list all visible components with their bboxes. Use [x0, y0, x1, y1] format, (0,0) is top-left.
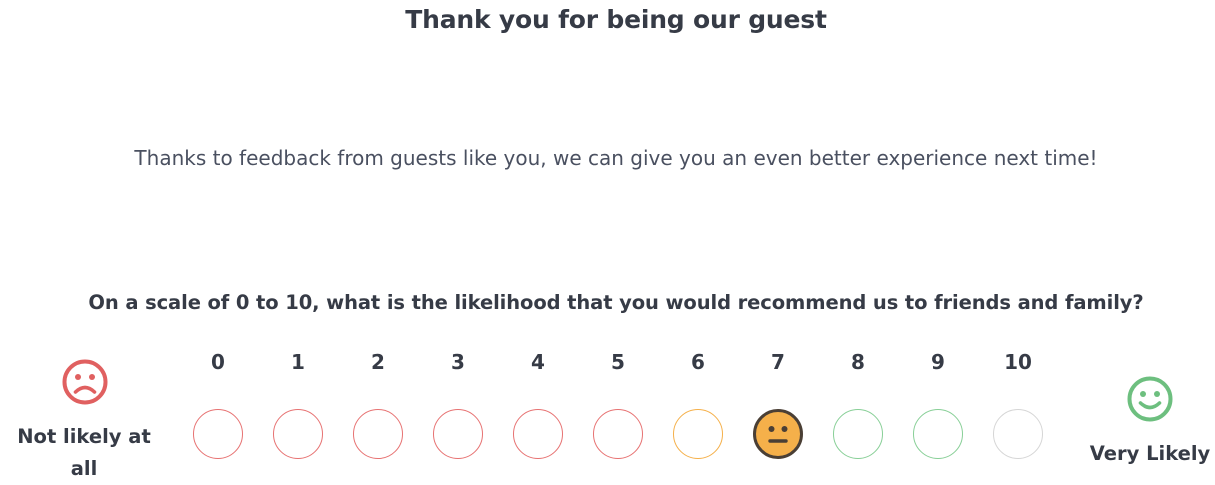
- survey-question: On a scale of 0 to 10, what is the likel…: [88, 291, 1144, 314]
- scale-number-2: 2: [371, 350, 385, 374]
- high-end-label: Very Likely: [1089, 442, 1211, 465]
- rating-option-7[interactable]: [753, 409, 803, 459]
- scale-number-10: 10: [1004, 350, 1032, 374]
- rating-option-2[interactable]: [353, 409, 403, 459]
- low-end-label: Not likely at all: [17, 425, 151, 480]
- scale-number-0: 0: [211, 350, 225, 374]
- scale-number-5: 5: [611, 350, 625, 374]
- scale-number-1: 1: [291, 350, 305, 374]
- scale-number-4: 4: [531, 350, 545, 374]
- scale-number-8: 8: [851, 350, 865, 374]
- rating-option-3[interactable]: [433, 409, 483, 459]
- rating-option-5[interactable]: [593, 409, 643, 459]
- rating-option-1[interactable]: [273, 409, 323, 459]
- rating-option-6[interactable]: [673, 409, 723, 459]
- rating-option-4[interactable]: [513, 409, 563, 459]
- rating-option-9[interactable]: [913, 409, 963, 459]
- scale-number-6: 6: [691, 350, 705, 374]
- scale-number-7: 7: [771, 350, 785, 374]
- sad-face-icon: [61, 358, 109, 406]
- happy-face-icon: [1126, 375, 1174, 423]
- scale-number-3: 3: [451, 350, 465, 374]
- rating-option-8[interactable]: [833, 409, 883, 459]
- page-subtitle: Thanks to feedback from guests like you,…: [134, 146, 1098, 170]
- page-title: Thank you for being our guest: [405, 5, 827, 34]
- scale-number-9: 9: [931, 350, 945, 374]
- rating-option-0[interactable]: [193, 409, 243, 459]
- rating-option-10[interactable]: [993, 409, 1043, 459]
- neutral-face-icon: [756, 412, 800, 456]
